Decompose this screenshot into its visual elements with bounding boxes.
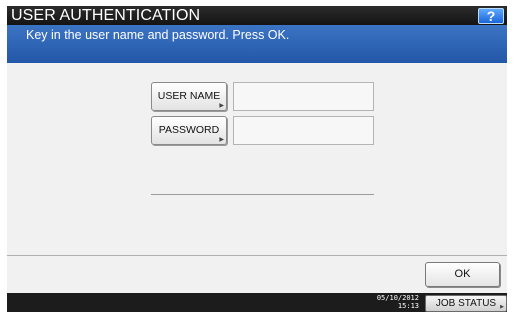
date-time-display: 05/10/2012 15:13 — [359, 294, 419, 310]
user-name-field[interactable] — [233, 82, 374, 111]
page-title: USER AUTHENTICATION — [11, 7, 201, 24]
instruction-message: Key in the user name and password. Press… — [26, 28, 290, 42]
help-button[interactable]: ? — [478, 8, 504, 24]
small-right-arrow-icon: ▶ — [219, 103, 224, 109]
message-bar: Key in the user name and password. Press… — [7, 25, 507, 63]
title-bar: USER AUTHENTICATION ? — [7, 6, 507, 25]
password-button[interactable]: PASSWORD ▶ — [151, 116, 227, 145]
user-name-button[interactable]: USER NAME ▶ — [151, 82, 227, 111]
footer-divider — [7, 255, 507, 256]
date-text: 05/10/2012 — [376, 294, 419, 302]
small-right-arrow-icon: ▶ — [500, 304, 504, 310]
time-text: 15:13 — [397, 302, 419, 310]
authentication-screen: USER AUTHENTICATION ? Key in the user na… — [7, 6, 507, 312]
small-right-arrow-icon: ▶ — [219, 137, 224, 143]
job-status-label: JOB STATUS — [435, 298, 497, 309]
password-button-label: PASSWORD — [158, 124, 220, 136]
password-field[interactable] — [233, 116, 374, 145]
ok-button[interactable]: OK — [425, 262, 500, 287]
status-bar: 05/10/2012 15:13 JOB STATUS ▶ — [7, 293, 507, 312]
form-divider — [151, 194, 374, 195]
user-name-button-label: USER NAME — [157, 90, 221, 102]
job-status-button[interactable]: JOB STATUS ▶ — [425, 295, 507, 312]
